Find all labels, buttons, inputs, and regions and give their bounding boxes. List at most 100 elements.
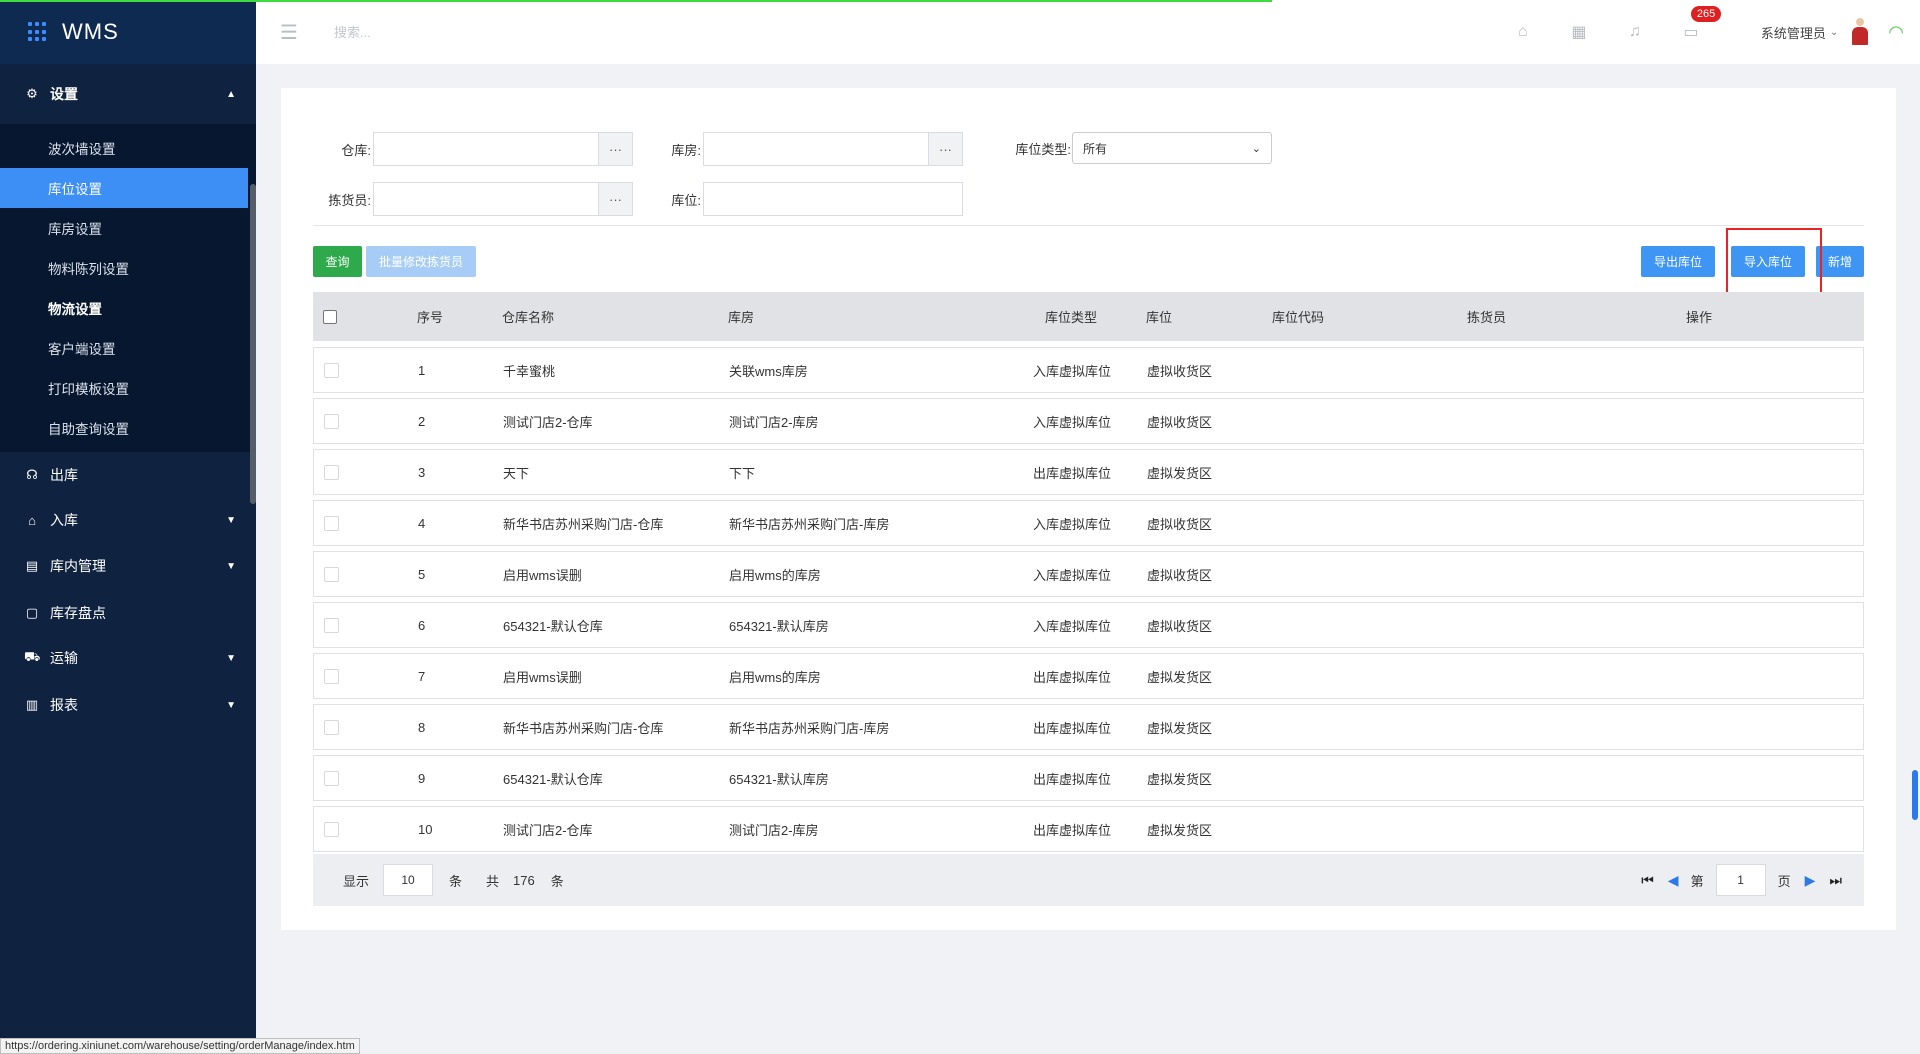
filter-location: 库位: xyxy=(641,182,963,216)
page-size-input[interactable]: 10 xyxy=(383,864,434,896)
location-field[interactable] xyxy=(703,182,963,216)
header-room: 库房 xyxy=(728,310,755,325)
page-number-input[interactable]: 1 xyxy=(1715,864,1766,896)
select-all-checkbox[interactable] xyxy=(323,309,337,324)
cell-type: 出库虚拟库位 xyxy=(1032,669,1111,685)
more-icon[interactable]: ··· xyxy=(928,133,962,165)
first-page-icon[interactable]: ⏮ xyxy=(1641,872,1654,889)
menu-group-stocktake[interactable]: ▢ 库存盘点 xyxy=(0,590,256,636)
picker-input[interactable] xyxy=(374,183,598,215)
row-checkbox[interactable] xyxy=(324,464,339,480)
table-row[interactable]: 3 天下 下下 出库虚拟库位 虚拟发货区 xyxy=(313,449,1864,495)
add-button[interactable]: 新增 xyxy=(1816,246,1864,277)
table-row[interactable]: 8 新华书店苏州采购门店-仓库 新华书店苏州采购门店-库房 出库虚拟库位 虚拟发… xyxy=(313,704,1864,750)
warehouse-field[interactable]: ··· xyxy=(373,132,633,166)
more-icon[interactable]: ··· xyxy=(598,183,632,215)
page-scrollbar[interactable] xyxy=(1912,770,1918,820)
table-row[interactable]: 5 启用wms误删 启用wms的库房 入库虚拟库位 虚拟收货区 xyxy=(313,551,1864,597)
prev-page-icon[interactable]: ◀ xyxy=(1668,872,1679,889)
row-checkbox[interactable] xyxy=(324,515,339,531)
sidebar-item-logistics-settings[interactable]: 物流设置 xyxy=(0,288,248,328)
filter-room: 库房: ··· xyxy=(641,132,963,166)
cell-warehouse: 654321-默认仓库 xyxy=(503,771,603,787)
bell-icon[interactable]: ♫ xyxy=(1607,23,1663,41)
picker-field[interactable]: ··· xyxy=(373,182,633,216)
table-row[interactable]: 4 新华书店苏州采购门店-仓库 新华书店苏州采购门店-库房 入库虚拟库位 虚拟收… xyxy=(313,500,1864,546)
sidebar-item-location-settings[interactable]: 库位设置 xyxy=(0,168,248,208)
sidebar-item-self-query[interactable]: 自助查询设置 xyxy=(0,408,248,448)
cell-room: 关联wms库房 xyxy=(729,363,808,379)
inbox-icon[interactable]: ▭ 265 xyxy=(1663,6,1722,42)
content-card: 仓库: ··· 库房: ··· 库位类型: 所有 ⌄ 拣货员: ··· 库位: xyxy=(281,88,1896,930)
query-button[interactable]: 查询 xyxy=(313,246,362,277)
location-input[interactable] xyxy=(704,183,962,215)
user-menu[interactable]: 系统管理员 ⌄ xyxy=(1761,23,1838,42)
row-checkbox[interactable] xyxy=(324,821,339,837)
user-name: 系统管理员 xyxy=(1760,25,1826,41)
cell-warehouse: 千幸蜜桃 xyxy=(503,363,556,379)
menu-group-transport[interactable]: ⛟ 运输 ▼ xyxy=(0,636,256,680)
last-page-icon[interactable]: ⏭ xyxy=(1829,872,1842,889)
menu-group-settings[interactable]: ⚙ 设置 ▲ xyxy=(0,64,256,124)
row-checkbox[interactable] xyxy=(324,362,339,378)
table-row[interactable]: 10 测试门店2-仓库 测试门店2-库房 出库虚拟库位 虚拟发货区 xyxy=(313,806,1864,852)
home-icon: ⌂ xyxy=(28,512,36,528)
more-icon[interactable]: ··· xyxy=(598,133,632,165)
table-row[interactable]: 1 千幸蜜桃 关联wms库房 入库虚拟库位 虚拟收货区 xyxy=(313,347,1864,393)
filter-warehouse: 仓库: ··· xyxy=(313,132,633,166)
cell-no: 7 xyxy=(418,668,426,684)
cell-location: 虚拟收货区 xyxy=(1147,363,1213,379)
chevron-down-icon: ⌄ xyxy=(1829,26,1839,38)
cell-location: 虚拟收货区 xyxy=(1147,567,1213,583)
global-search-input[interactable] xyxy=(333,24,574,40)
batch-edit-picker-button[interactable]: 批量修改拣货员 xyxy=(366,246,476,277)
cell-room: 新华书店苏州采购门店-库房 xyxy=(729,720,890,736)
table-row[interactable]: 2 测试门店2-仓库 测试门店2-库房 入库虚拟库位 虚拟收货区 xyxy=(313,398,1864,444)
row-checkbox[interactable] xyxy=(324,719,339,735)
row-checkbox[interactable] xyxy=(324,566,339,582)
menu-group-inventory[interactable]: ▤ 库内管理 ▼ xyxy=(0,542,256,590)
cell-location: 虚拟收货区 xyxy=(1147,414,1213,430)
brand[interactable]: WMS xyxy=(0,0,256,64)
filter-divider xyxy=(313,225,1864,226)
cell-room: 下下 xyxy=(729,465,756,481)
location-type-select[interactable]: 所有 ⌄ xyxy=(1072,132,1272,164)
location-type-value: 所有 xyxy=(1083,141,1108,156)
home-icon[interactable]: ⌂ xyxy=(1495,23,1551,41)
menu-group-inbound[interactable]: ⌂ 入库 ▼ xyxy=(0,498,256,542)
menu-group-outbound[interactable]: ☊ 出库 xyxy=(0,452,256,498)
next-page-icon[interactable]: ▶ xyxy=(1805,872,1816,889)
header-op: 操作 xyxy=(1686,310,1713,325)
table-row[interactable]: 7 启用wms误删 启用wms的库房 出库虚拟库位 虚拟发货区 xyxy=(313,653,1864,699)
export-locations-button[interactable]: 导出库位 xyxy=(1641,246,1715,277)
menu-group-reports[interactable]: ▥ 报表 ▼ xyxy=(0,680,256,730)
sidebar-item-client-settings[interactable]: 客户端设置 xyxy=(0,328,248,368)
table-row[interactable]: 6 654321-默认仓库 654321-默认库房 入库虚拟库位 虚拟收货区 xyxy=(313,602,1864,648)
sidebar-scrollbar[interactable] xyxy=(250,184,256,504)
sidebar-item-display-settings[interactable]: 物料陈列设置 xyxy=(0,248,248,288)
sidebar-item-room-settings[interactable]: 库房设置 xyxy=(0,208,248,248)
avatar[interactable] xyxy=(1850,18,1870,46)
header-actions: ⌂ ▦ ♫ ▭ 265 系统管理员 ⌄ ◠ xyxy=(1495,0,1920,64)
sidebar-item-print-template[interactable]: 打印模板设置 xyxy=(0,368,248,408)
table-row[interactable]: 9 654321-默认仓库 654321-默认库房 出库虚拟库位 虚拟发货区 xyxy=(313,755,1864,801)
sidebar-item-wave-wall[interactable]: 波次墙设置 xyxy=(0,128,248,168)
pager-unit-label-2: 条 xyxy=(550,873,564,889)
row-checkbox[interactable] xyxy=(324,770,339,786)
cell-no: 10 xyxy=(418,821,433,837)
highlight-box xyxy=(1726,228,1822,296)
room-input[interactable] xyxy=(704,133,928,165)
menu-toggle-icon[interactable]: ☰ xyxy=(280,20,298,45)
header-code: 库位代码 xyxy=(1272,310,1325,325)
room-field[interactable]: ··· xyxy=(703,132,963,166)
picker-label: 拣货员: xyxy=(328,192,371,208)
loading-spinner-icon: ◠ xyxy=(1888,21,1904,42)
row-checkbox[interactable] xyxy=(324,617,339,633)
warehouse-input[interactable] xyxy=(374,133,598,165)
row-checkbox[interactable] xyxy=(324,668,339,684)
filter-location-type: 库位类型: 所有 ⌄ xyxy=(971,132,1272,164)
cell-warehouse: 启用wms误删 xyxy=(503,567,582,583)
warehouse-label: 仓库: xyxy=(341,142,371,158)
row-checkbox[interactable] xyxy=(324,413,339,429)
grid-icon[interactable]: ▦ xyxy=(1551,22,1607,42)
